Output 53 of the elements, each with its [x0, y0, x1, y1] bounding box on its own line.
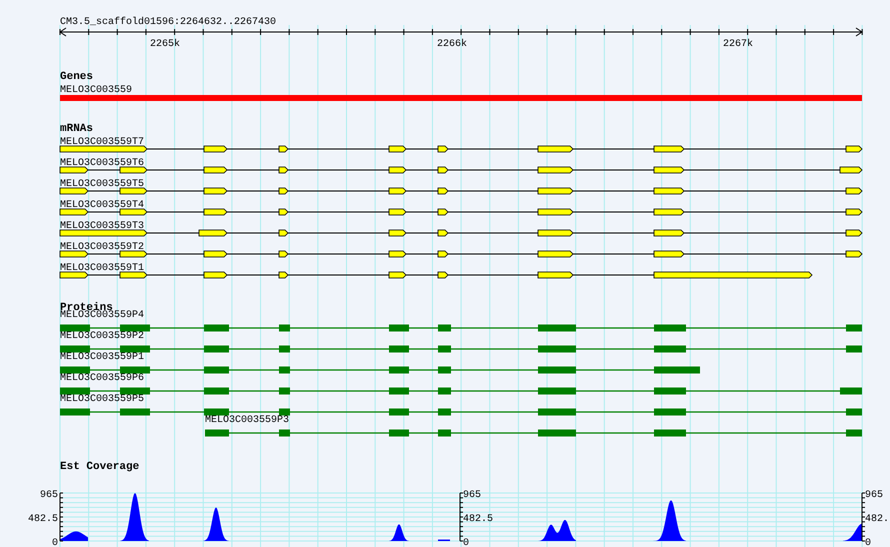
ruler-label: 2266k: [437, 39, 467, 50]
protein-glyph[interactable]: [60, 366, 700, 374]
axis-label: 965: [463, 490, 482, 501]
feature-label[interactable]: MELO3C003559T7: [60, 137, 144, 148]
coverage-peak: [538, 520, 576, 541]
feature-label[interactable]: MELO3C003559P2: [60, 331, 144, 342]
feature-label[interactable]: MELO3C003559T5: [60, 179, 144, 190]
feature-label[interactable]: MELO3C003559P5: [60, 394, 144, 405]
axis-label: 965: [865, 490, 884, 501]
ruler-label: 2265k: [150, 39, 180, 50]
protein-glyph[interactable]: [60, 324, 862, 332]
coverage-peak: [389, 524, 409, 541]
transcript-glyph[interactable]: [60, 188, 863, 194]
transcript-glyph[interactable]: [60, 146, 863, 152]
feature-label[interactable]: MELO3C003559T6: [60, 158, 144, 169]
feature-label[interactable]: MELO3C003559: [60, 85, 132, 96]
axis-label: 0: [52, 538, 58, 547]
protein-glyph[interactable]: [60, 408, 862, 416]
y-axis: [460, 492, 464, 542]
y-axis: [60, 492, 64, 542]
transcript-glyph[interactable]: [60, 230, 863, 236]
axis-label: 965: [40, 490, 58, 501]
track-title: mRNAs: [60, 123, 94, 135]
coverage-peak: [120, 493, 149, 541]
protein-glyph[interactable]: [205, 430, 862, 436]
axis-label: 0: [865, 538, 872, 547]
track-title: Est Coverage: [60, 461, 140, 473]
feature-label[interactable]: MELO3C003559P6: [60, 373, 144, 384]
region-label: CM3.5_scaffold01596:2264632..2267430: [60, 17, 276, 28]
feature-label[interactable]: MELO3C003559P4: [60, 310, 144, 321]
coverage-peak: [843, 524, 862, 541]
track-title: Genes: [60, 71, 94, 83]
y-axis: [862, 492, 866, 542]
transcript-glyph[interactable]: [60, 272, 813, 278]
axis-label: 482.: [865, 514, 890, 525]
protein-glyph[interactable]: [60, 388, 862, 394]
feature-label[interactable]: MELO3C003559T3: [60, 221, 144, 232]
feature-label[interactable]: MELO3C003559T2: [60, 242, 144, 253]
transcript-glyph[interactable]: [60, 208, 863, 216]
transcript-glyph[interactable]: [60, 166, 863, 174]
feature-label[interactable]: MELO3C003559P1: [60, 352, 144, 363]
coverage-peak: [60, 531, 88, 541]
feature-label[interactable]: MELO3C003559T4: [60, 200, 144, 211]
axis-label: 482.5: [28, 514, 58, 525]
ruler-label: 2267k: [723, 39, 753, 50]
axis-label: 482.5: [463, 514, 494, 525]
protein-glyph[interactable]: [60, 346, 862, 352]
feature-label[interactable]: MELO3C003559T1: [60, 263, 144, 274]
transcript-glyph[interactable]: [60, 250, 863, 258]
axis-label: 0: [463, 538, 470, 547]
coverage-peak: [653, 500, 686, 541]
feature-label[interactable]: MELO3C003559P3: [205, 415, 290, 426]
coverage-peak: [203, 507, 229, 541]
